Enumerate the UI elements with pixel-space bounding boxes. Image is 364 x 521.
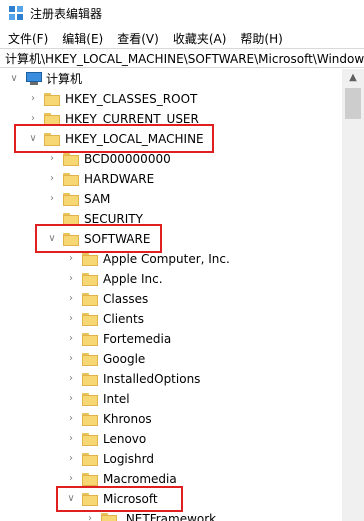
menu-file[interactable]: 文件(F) (8, 30, 48, 47)
chevron-right-icon[interactable]: › (28, 114, 38, 124)
tree-label: Khronos (103, 412, 152, 426)
tree-label: Google (103, 352, 146, 366)
folder-icon (82, 472, 98, 486)
tree-label: Classes (103, 292, 149, 306)
tree-label: .NETFramework (122, 512, 217, 521)
folder-icon (82, 392, 98, 406)
tree-label: Intel (103, 392, 130, 406)
chevron-right-icon[interactable]: › (66, 334, 76, 344)
chevron-right-icon[interactable]: › (66, 414, 76, 424)
tree-node-hkey-classes-root[interactable]: › HKEY_CLASSES_ROOT (0, 89, 342, 109)
chevron-right-icon[interactable]: › (47, 174, 57, 184)
folder-icon (82, 292, 98, 306)
tree-label: Fortemedia (103, 332, 172, 346)
folder-icon (82, 412, 98, 426)
folder-icon (82, 372, 98, 386)
menu-bar: 文件(F) 编辑(E) 查看(V) 收藏夹(A) 帮助(H) (0, 28, 364, 48)
tree-label: Clients (103, 312, 144, 326)
chevron-right-icon[interactable]: › (66, 374, 76, 384)
chevron-down-icon[interactable]: ∨ (9, 74, 19, 84)
tree-node-netframework[interactable]: › .NETFramework (0, 509, 342, 521)
title-bar: 注册表编辑器 (0, 0, 364, 26)
menu-view[interactable]: 查看(V) (117, 30, 159, 47)
tree-label: BCD00000000 (84, 152, 171, 166)
folder-icon (63, 192, 79, 206)
tree-node-sam[interactable]: › SAM (0, 189, 342, 209)
chevron-right-icon[interactable]: › (66, 254, 76, 264)
tree-label: Lenovo (103, 432, 147, 446)
window-title: 注册表编辑器 (30, 7, 103, 21)
folder-icon (82, 272, 98, 286)
chevron-right-icon[interactable]: › (66, 454, 76, 464)
folder-icon (63, 152, 79, 166)
tree-node-apple-computer[interactable]: › Apple Computer, Inc. (0, 249, 342, 269)
folder-icon (82, 252, 98, 266)
tree-node-intel[interactable]: › Intel (0, 389, 342, 409)
tree-label: SAM (84, 192, 111, 206)
tree-node-lenovo[interactable]: › Lenovo (0, 429, 342, 449)
menu-edit[interactable]: 编辑(E) (62, 30, 103, 47)
folder-icon (44, 92, 60, 106)
tree-label: HARDWARE (84, 172, 155, 186)
menu-help[interactable]: 帮助(H) (240, 30, 282, 47)
folder-icon (101, 512, 117, 521)
chevron-right-icon[interactable]: › (66, 274, 76, 284)
computer-icon (25, 72, 43, 85)
vertical-scrollbar[interactable]: ▲ (342, 69, 364, 521)
chevron-right-icon[interactable]: › (85, 514, 95, 521)
tree-node-hardware[interactable]: › HARDWARE (0, 169, 342, 189)
tree-label: Apple Inc. (103, 272, 163, 286)
address-bar[interactable]: 计算机\HKEY_LOCAL_MACHINE\SOFTWARE\Microsof… (0, 48, 364, 68)
chevron-right-icon[interactable]: › (47, 154, 57, 164)
folder-icon (82, 332, 98, 346)
tree-node-installedoptions[interactable]: › InstalledOptions (0, 369, 342, 389)
tree-node-bcd[interactable]: › BCD00000000 (0, 149, 342, 169)
tree-node-clients[interactable]: › Clients (0, 309, 342, 329)
tree-label: InstalledOptions (103, 372, 201, 386)
chevron-right-icon[interactable]: › (28, 94, 38, 104)
folder-icon (82, 352, 98, 366)
chevron-right-icon[interactable]: › (66, 314, 76, 324)
chevron-right-icon[interactable]: › (47, 194, 57, 204)
folder-icon (82, 452, 98, 466)
registry-editor-icon (9, 6, 23, 20)
tree-node-computer[interactable]: ∨ 计算机 (0, 69, 342, 89)
tree-node-logishrd[interactable]: › Logishrd (0, 449, 342, 469)
tree-node-apple-inc[interactable]: › Apple Inc. (0, 269, 342, 289)
tree-label: Apple Computer, Inc. (103, 252, 230, 266)
scrollbar-thumb[interactable] (345, 88, 361, 119)
tree-label: 计算机 (46, 72, 83, 86)
folder-icon (82, 312, 98, 326)
folder-icon (82, 432, 98, 446)
scroll-up-icon[interactable]: ▲ (342, 69, 364, 87)
chevron-right-icon[interactable]: › (66, 474, 76, 484)
tree-label: Logishrd (103, 452, 154, 466)
menu-favorites[interactable]: 收藏夹(A) (173, 30, 227, 47)
tree-node-khronos[interactable]: › Khronos (0, 409, 342, 429)
registry-tree[interactable]: ∨ 计算机 › HKEY_CLASSES_ROOT › HKEY_CURRENT… (0, 69, 342, 521)
chevron-right-icon[interactable]: › (66, 354, 76, 364)
chevron-right-icon[interactable]: › (66, 394, 76, 404)
tree-node-google[interactable]: › Google (0, 349, 342, 369)
folder-icon (63, 172, 79, 186)
chevron-right-icon[interactable]: › (66, 294, 76, 304)
chevron-right-icon[interactable]: › (66, 434, 76, 444)
tree-node-fortemedia[interactable]: › Fortemedia (0, 329, 342, 349)
tree-label: HKEY_CLASSES_ROOT (65, 92, 198, 106)
tree-node-classes[interactable]: › Classes (0, 289, 342, 309)
